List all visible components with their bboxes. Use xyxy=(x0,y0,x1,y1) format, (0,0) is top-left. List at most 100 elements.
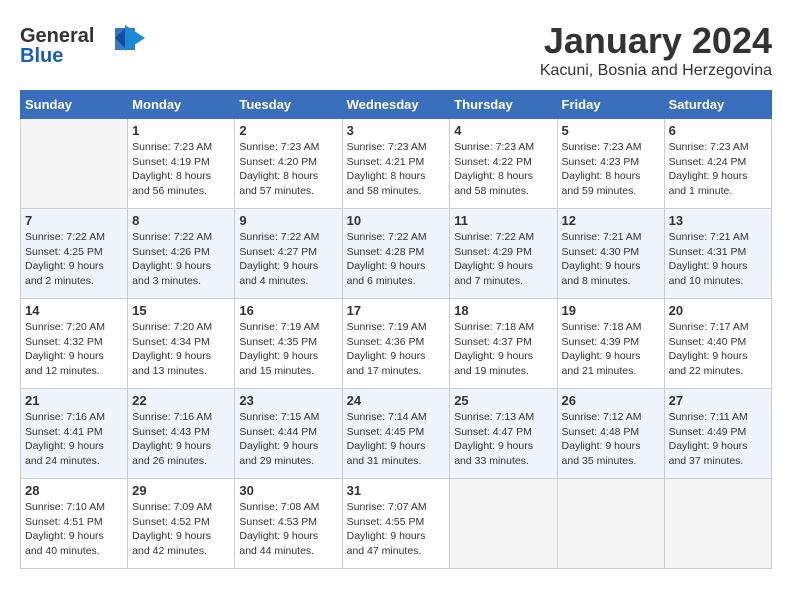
page-header: General Blue January 2024 Kacuni, Bosnia… xyxy=(20,20,772,80)
day-info: Sunrise: 7:22 AMSunset: 4:25 PMDaylight:… xyxy=(25,230,123,289)
calendar-cell: 27Sunrise: 7:11 AMSunset: 4:49 PMDayligh… xyxy=(664,389,771,479)
calendar-week-row: 1 Sunrise: 7:23 AMSunset: 4:19 PMDaylight… xyxy=(21,119,772,209)
day-number: 19 xyxy=(562,303,660,318)
calendar-cell: 16 Sunrise: 7:19 AMSunset: 4:35 PMDayligh… xyxy=(235,299,342,389)
day-info: Sunrise: 7:23 AMSunset: 4:19 PMDaylight:… xyxy=(132,140,230,199)
calendar-week-row: 21 Sunrise: 7:16 AMSunset: 4:41 PMDayligh… xyxy=(21,389,772,479)
calendar-cell: 1 Sunrise: 7:23 AMSunset: 4:19 PMDaylight… xyxy=(128,119,235,209)
calendar-week-row: 14Sunrise: 7:20 AMSunset: 4:32 PMDayligh… xyxy=(21,299,772,389)
day-number: 16 xyxy=(239,303,337,318)
day-number: 10 xyxy=(347,213,446,228)
calendar-cell xyxy=(450,479,557,569)
calendar-cell: 17 Sunrise: 7:19 AMSunset: 4:36 PMDayligh… xyxy=(342,299,450,389)
calendar-header-sunday: Sunday xyxy=(21,91,128,119)
calendar-cell: 10 Sunrise: 7:22 AMSunset: 4:28 PMDayligh… xyxy=(342,209,450,299)
day-number: 22 xyxy=(132,393,230,408)
calendar-cell: 26 Sunrise: 7:12 AMSunset: 4:48 PMDayligh… xyxy=(557,389,664,479)
calendar-cell: 7 Sunrise: 7:22 AMSunset: 4:25 PMDaylight… xyxy=(21,209,128,299)
day-info: Sunrise: 7:20 AMSunset: 4:34 PMDaylight:… xyxy=(132,320,230,379)
day-info: Sunrise: 7:14 AMSunset: 4:45 PMDaylight:… xyxy=(347,410,446,469)
calendar-header-tuesday: Tuesday xyxy=(235,91,342,119)
calendar-cell: 18Sunrise: 7:18 AMSunset: 4:37 PMDayligh… xyxy=(450,299,557,389)
calendar-header-row: SundayMondayTuesdayWednesdayThursdayFrid… xyxy=(21,91,772,119)
day-info: Sunrise: 7:16 AMSunset: 4:41 PMDaylight:… xyxy=(25,410,123,469)
day-number: 3 xyxy=(347,123,446,138)
day-number: 9 xyxy=(239,213,337,228)
calendar-cell: 21 Sunrise: 7:16 AMSunset: 4:41 PMDayligh… xyxy=(21,389,128,479)
day-number: 5 xyxy=(562,123,660,138)
day-info: Sunrise: 7:18 AMSunset: 4:39 PMDaylight:… xyxy=(562,320,660,379)
day-info: Sunrise: 7:12 AMSunset: 4:48 PMDaylight:… xyxy=(562,410,660,469)
day-info: Sunrise: 7:23 AMSunset: 4:22 PMDaylight:… xyxy=(454,140,552,199)
day-number: 4 xyxy=(454,123,552,138)
calendar-cell xyxy=(21,119,128,209)
day-number: 1 xyxy=(132,123,230,138)
calendar-cell: 31 Sunrise: 7:07 AMSunset: 4:55 PMDayligh… xyxy=(342,479,450,569)
calendar-cell: 13Sunrise: 7:21 AMSunset: 4:31 PMDayligh… xyxy=(664,209,771,299)
calendar-header-friday: Friday xyxy=(557,91,664,119)
calendar-table: SundayMondayTuesdayWednesdayThursdayFrid… xyxy=(20,90,772,569)
day-info: Sunrise: 7:23 AMSunset: 4:20 PMDaylight:… xyxy=(239,140,337,199)
day-number: 8 xyxy=(132,213,230,228)
calendar-cell: 22 Sunrise: 7:16 AMSunset: 4:43 PMDayligh… xyxy=(128,389,235,479)
day-number: 13 xyxy=(669,213,767,228)
calendar-header-saturday: Saturday xyxy=(664,91,771,119)
main-title: January 2024 xyxy=(540,20,772,62)
calendar-cell: 8 Sunrise: 7:22 AMSunset: 4:26 PMDaylight… xyxy=(128,209,235,299)
day-number: 20 xyxy=(669,303,767,318)
calendar-cell: 29Sunrise: 7:09 AMSunset: 4:52 PMDayligh… xyxy=(128,479,235,569)
day-info: Sunrise: 7:21 AMSunset: 4:30 PMDaylight:… xyxy=(562,230,660,289)
calendar-header-monday: Monday xyxy=(128,91,235,119)
logo: General Blue xyxy=(20,20,150,75)
day-number: 27 xyxy=(669,393,767,408)
day-number: 12 xyxy=(562,213,660,228)
calendar-cell: 19 Sunrise: 7:18 AMSunset: 4:39 PMDayligh… xyxy=(557,299,664,389)
day-info: Sunrise: 7:19 AMSunset: 4:36 PMDaylight:… xyxy=(347,320,446,379)
calendar-cell: 24Sunrise: 7:14 AMSunset: 4:45 PMDayligh… xyxy=(342,389,450,479)
calendar-cell: 5 Sunrise: 7:23 AMSunset: 4:23 PMDaylight… xyxy=(557,119,664,209)
logo-text: General Blue xyxy=(20,20,150,75)
calendar-cell xyxy=(664,479,771,569)
day-number: 26 xyxy=(562,393,660,408)
calendar-cell xyxy=(557,479,664,569)
svg-text:Blue: Blue xyxy=(20,45,63,67)
day-info: Sunrise: 7:10 AMSunset: 4:51 PMDaylight:… xyxy=(25,500,123,559)
day-number: 17 xyxy=(347,303,446,318)
day-number: 11 xyxy=(454,213,552,228)
calendar-cell: 20 Sunrise: 7:17 AMSunset: 4:40 PMDayligh… xyxy=(664,299,771,389)
day-number: 15 xyxy=(132,303,230,318)
calendar-cell: 2Sunrise: 7:23 AMSunset: 4:20 PMDaylight… xyxy=(235,119,342,209)
day-info: Sunrise: 7:23 AMSunset: 4:21 PMDaylight:… xyxy=(347,140,446,199)
day-number: 28 xyxy=(25,483,123,498)
day-number: 25 xyxy=(454,393,552,408)
day-info: Sunrise: 7:22 AMSunset: 4:28 PMDaylight:… xyxy=(347,230,446,289)
day-number: 31 xyxy=(347,483,446,498)
day-number: 7 xyxy=(25,213,123,228)
calendar-cell: 11 Sunrise: 7:22 AMSunset: 4:29 PMDayligh… xyxy=(450,209,557,299)
day-info: Sunrise: 7:15 AMSunset: 4:44 PMDaylight:… xyxy=(239,410,337,469)
day-info: Sunrise: 7:22 AMSunset: 4:29 PMDaylight:… xyxy=(454,230,552,289)
day-info: Sunrise: 7:16 AMSunset: 4:43 PMDaylight:… xyxy=(132,410,230,469)
day-info: Sunrise: 7:09 AMSunset: 4:52 PMDaylight:… xyxy=(132,500,230,559)
calendar-cell: 3 Sunrise: 7:23 AMSunset: 4:21 PMDaylight… xyxy=(342,119,450,209)
calendar-cell: 30Sunrise: 7:08 AMSunset: 4:53 PMDayligh… xyxy=(235,479,342,569)
calendar-cell: 4 Sunrise: 7:23 AMSunset: 4:22 PMDaylight… xyxy=(450,119,557,209)
day-number: 30 xyxy=(239,483,337,498)
day-info: Sunrise: 7:19 AMSunset: 4:35 PMDaylight:… xyxy=(239,320,337,379)
calendar-cell: 25 Sunrise: 7:13 AMSunset: 4:47 PMDayligh… xyxy=(450,389,557,479)
day-info: Sunrise: 7:17 AMSunset: 4:40 PMDaylight:… xyxy=(669,320,767,379)
calendar-week-row: 28 Sunrise: 7:10 AMSunset: 4:51 PMDayligh… xyxy=(21,479,772,569)
calendar-cell: 15 Sunrise: 7:20 AMSunset: 4:34 PMDayligh… xyxy=(128,299,235,389)
calendar-cell: 28 Sunrise: 7:10 AMSunset: 4:51 PMDayligh… xyxy=(21,479,128,569)
title-block: January 2024 Kacuni, Bosnia and Herzegov… xyxy=(540,20,772,80)
day-info: Sunrise: 7:20 AMSunset: 4:32 PMDaylight:… xyxy=(25,320,123,379)
calendar-cell: 23Sunrise: 7:15 AMSunset: 4:44 PMDayligh… xyxy=(235,389,342,479)
day-info: Sunrise: 7:18 AMSunset: 4:37 PMDaylight:… xyxy=(454,320,552,379)
day-info: Sunrise: 7:13 AMSunset: 4:47 PMDaylight:… xyxy=(454,410,552,469)
day-number: 21 xyxy=(25,393,123,408)
day-info: Sunrise: 7:23 AMSunset: 4:23 PMDaylight:… xyxy=(562,140,660,199)
calendar-week-row: 7 Sunrise: 7:22 AMSunset: 4:25 PMDaylight… xyxy=(21,209,772,299)
day-info: Sunrise: 7:07 AMSunset: 4:55 PMDaylight:… xyxy=(347,500,446,559)
calendar-cell: 14Sunrise: 7:20 AMSunset: 4:32 PMDayligh… xyxy=(21,299,128,389)
day-info: Sunrise: 7:22 AMSunset: 4:26 PMDaylight:… xyxy=(132,230,230,289)
